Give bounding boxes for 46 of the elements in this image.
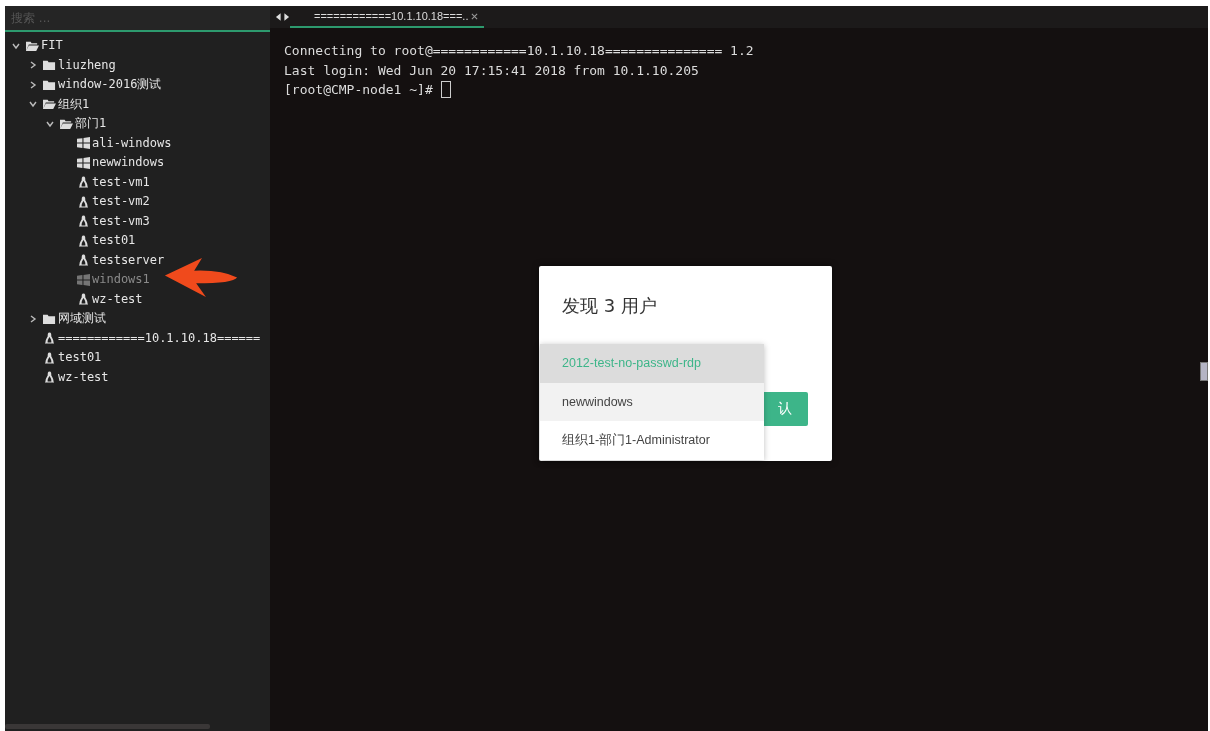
tree-item[interactable]: 部门1 xyxy=(75,115,107,133)
terminal-line: Connecting to root@============10.1.10.18=============== 1.2 xyxy=(284,43,754,59)
open-folder-icon xyxy=(26,39,39,52)
penguin-icon xyxy=(43,371,56,384)
tree-item[interactable]: ============10.1.10.18====== xyxy=(58,329,261,347)
terminal-line: Last login: Wed Jun 20 17:15:41 2018 from 10.1.10.205 xyxy=(284,62,699,78)
penguin-icon xyxy=(43,351,56,364)
penguin-icon xyxy=(77,254,90,267)
windows-icon xyxy=(77,156,90,169)
open-folder-icon xyxy=(60,117,73,130)
penguin-icon xyxy=(77,195,90,208)
tree-item[interactable]: test01 xyxy=(58,349,102,367)
left-right-arrows-icon[interactable] xyxy=(275,12,290,22)
folder-icon xyxy=(43,78,56,91)
tree-item[interactable]: test-vm3 xyxy=(92,212,150,230)
tree-item[interactable]: 组织1 xyxy=(58,95,90,113)
tab-title: ============10.1.10.18===.. xyxy=(314,10,469,22)
penguin-icon xyxy=(77,234,90,247)
cursor xyxy=(440,81,451,99)
folder-icon xyxy=(43,59,56,72)
tree-item[interactable]: wz-test xyxy=(58,368,109,386)
folder-icon xyxy=(43,312,56,325)
tree-item[interactable]: test-vm2 xyxy=(92,193,150,211)
tree-item[interactable]: wz-test xyxy=(92,290,143,308)
tree-item[interactable]: ali-windows xyxy=(92,134,172,152)
scrollbar[interactable] xyxy=(5,724,210,729)
windows-icon xyxy=(77,273,90,286)
tree-item[interactable]: newwindows xyxy=(92,154,165,172)
tree-item[interactable]: test01 xyxy=(92,232,136,250)
dropdown-option[interactable]: newwindows xyxy=(540,382,764,421)
penguin-icon xyxy=(77,293,90,306)
penguin-icon xyxy=(43,332,56,345)
tree-item[interactable]: testserver xyxy=(92,251,165,269)
tree-item[interactable]: 网域测试 xyxy=(58,310,106,328)
tree-item[interactable]: FIT xyxy=(41,37,63,55)
dialog-title: 发现 3 用户 xyxy=(562,294,657,318)
tree-item[interactable]: liuzheng xyxy=(58,56,116,74)
penguin-icon xyxy=(77,215,90,228)
tree-item[interactable]: test-vm1 xyxy=(92,173,150,191)
close-icon xyxy=(471,12,479,20)
open-folder-icon xyxy=(43,98,56,111)
scrollbar-handle[interactable] xyxy=(1200,362,1208,381)
penguin-icon xyxy=(77,176,90,189)
windows-icon xyxy=(77,137,90,150)
terminal-line: [root@CMP-node1 ~]# xyxy=(284,82,434,98)
tree-item[interactable]: window-2016测试 xyxy=(58,76,162,94)
